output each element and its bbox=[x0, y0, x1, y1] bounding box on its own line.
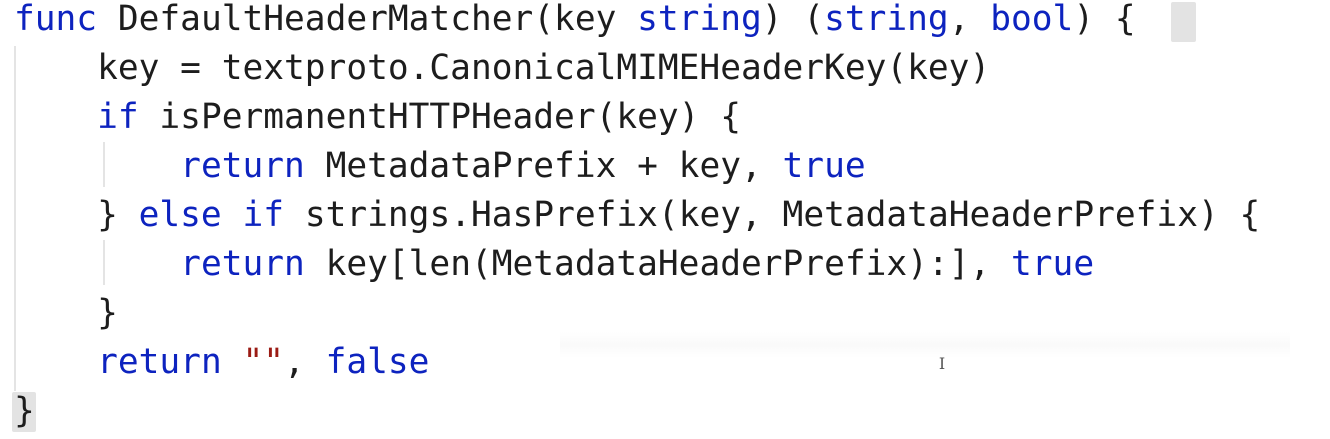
matching-brace-highlight bbox=[1171, 2, 1196, 42]
code-token: key[len(MetadataHeaderPrefix):], bbox=[304, 244, 1012, 284]
keyword-token: false bbox=[325, 342, 430, 382]
code-token: key = textproto.CanonicalMIMEHeaderKey(k… bbox=[14, 48, 991, 88]
keyword-token: string bbox=[637, 0, 762, 39]
code-token: } bbox=[14, 391, 35, 431]
code-line[interactable]: if isPermanentHTTPHeader(key) { bbox=[14, 93, 741, 142]
text-cursor-icon: I bbox=[938, 354, 946, 373]
keyword-token: bool bbox=[990, 0, 1074, 39]
code-token: , bbox=[948, 0, 991, 39]
code-editor[interactable]: func DefaultHeaderMatcher(key string) (s… bbox=[0, 0, 1330, 439]
keyword-token: return bbox=[180, 244, 305, 284]
string-token: "" bbox=[242, 342, 285, 382]
keyword-token: true bbox=[1011, 244, 1095, 284]
background-smudge bbox=[560, 332, 1290, 358]
keyword-token: return bbox=[97, 342, 222, 382]
code-token: DefaultHeaderMatcher(key bbox=[97, 0, 638, 39]
code-line[interactable]: return "", false bbox=[14, 338, 429, 387]
code-token: , bbox=[284, 342, 326, 382]
keyword-token: func bbox=[14, 0, 98, 39]
code-token: isPermanentHTTPHeader(key) { bbox=[138, 97, 741, 137]
code-line[interactable]: func DefaultHeaderMatcher(key string) (s… bbox=[14, 0, 1136, 44]
keyword-token: else bbox=[138, 195, 222, 235]
code-line[interactable]: } bbox=[14, 387, 35, 436]
code-token: ) ( bbox=[761, 0, 825, 39]
keyword-token: if bbox=[97, 97, 139, 137]
keyword-token: if bbox=[242, 195, 285, 235]
code-token: strings.HasPrefix(key, MetadataHeaderPre… bbox=[284, 195, 1261, 235]
code-line[interactable]: return key[len(MetadataHeaderPrefix):], … bbox=[14, 240, 1094, 289]
code-line[interactable]: key = textproto.CanonicalMIMEHeaderKey(k… bbox=[14, 44, 990, 93]
code-token: } bbox=[14, 293, 118, 333]
code-line[interactable]: return MetadataPrefix + key, true bbox=[14, 142, 866, 191]
keyword-token: return bbox=[180, 146, 305, 186]
code-token: ) { bbox=[1073, 0, 1136, 39]
keyword-token: string bbox=[824, 0, 949, 39]
code-line[interactable]: } bbox=[14, 289, 118, 338]
code-token: } bbox=[14, 195, 139, 235]
code-line[interactable]: } else if strings.HasPrefix(key, Metadat… bbox=[14, 191, 1260, 240]
keyword-token: true bbox=[782, 146, 866, 186]
code-token: MetadataPrefix + key, bbox=[304, 146, 783, 186]
